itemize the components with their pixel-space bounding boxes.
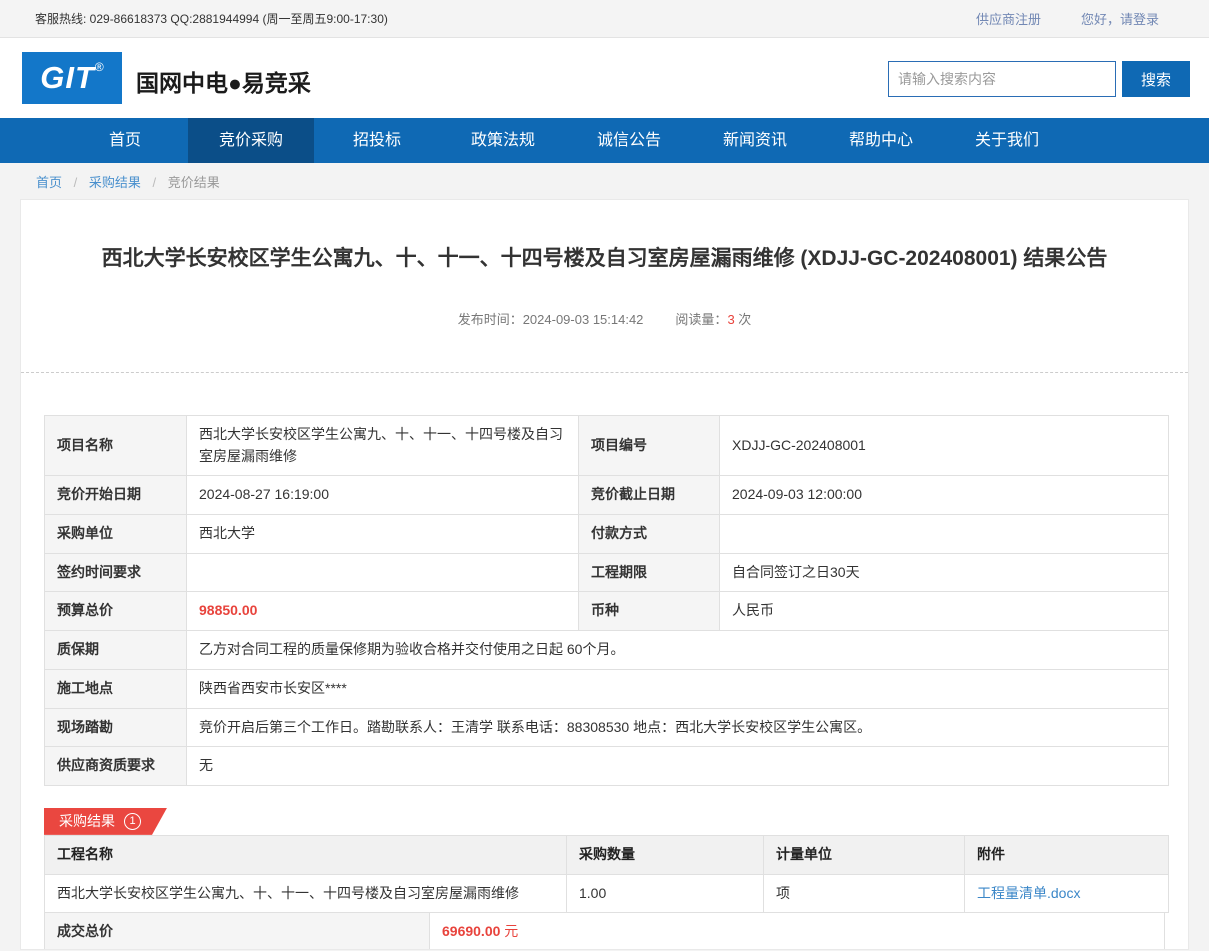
duration-label: 工程期限 — [579, 553, 720, 592]
site-visit-value: 竞价开启后第三个工作日。踏勘联系人：王清学 联系电话：88308530 地点：西… — [187, 708, 1169, 747]
result-badge-wrap: 采购结果 1 — [44, 808, 1165, 835]
table-row: 施工地点 陕西省西安市长安区**** — [45, 669, 1169, 708]
purchaser-label: 采购单位 — [45, 515, 187, 554]
table-row: 成交总价 69690.00 元 — [45, 913, 1165, 950]
warranty-label: 质保期 — [45, 631, 187, 670]
nav-item-about-us[interactable]: 关于我们 — [944, 118, 1070, 163]
result-unit: 项 — [764, 874, 965, 913]
bid-end-label: 竞价截止日期 — [579, 476, 720, 515]
header: GIT ® 国网中电●易竞采 搜索 — [0, 38, 1209, 118]
hotline-text: 客服热线: 029-86618373 QQ:2881944994 (周一至周五9… — [35, 10, 388, 27]
bid-start-label: 竞价开始日期 — [45, 476, 187, 515]
table-row: 质保期 乙方对合同工程的质量保修期为验收合格并交付使用之日起 60个月。 — [45, 631, 1169, 670]
total-price-amount: 69690.00 — [442, 923, 500, 939]
table-row: 竞价开始日期 2024-08-27 16:19:00 竞价截止日期 2024-0… — [45, 476, 1169, 515]
col-header-unit: 计量单位 — [764, 835, 965, 874]
article-meta: 发布时间：2024-09-03 15:14:42 阅读量：3 次 — [21, 309, 1188, 328]
budget-value: 98850.00 — [187, 592, 579, 631]
views-count: 3 — [727, 312, 734, 327]
attachment-link[interactable]: 工程量清单.docx — [977, 885, 1080, 901]
total-price-unit: 元 — [500, 923, 518, 939]
nav-item-news[interactable]: 新闻资讯 — [692, 118, 818, 163]
brand-title: 国网中电●易竞采 — [136, 64, 311, 98]
views-label: 阅读量： — [675, 312, 727, 327]
dashed-divider — [21, 372, 1188, 373]
location-value: 陕西省西安市长安区**** — [187, 669, 1169, 708]
table-row: 西北大学长安校区学生公寓九、十、十一、十四号楼及自习室房屋漏雨维修 1.00 项… — [45, 874, 1169, 913]
site-visit-label: 现场踏勘 — [45, 708, 187, 747]
views-unit: 次 — [738, 312, 751, 327]
sign-time-value — [187, 553, 579, 592]
table-row: 签约时间要求 工程期限 自合同签订之日30天 — [45, 553, 1169, 592]
nav-item-home[interactable]: 首页 — [62, 118, 188, 163]
breadcrumb: 首页 / 采购结果 / 竞价结果 — [0, 163, 1209, 199]
nav-item-integrity-notice[interactable]: 诚信公告 — [566, 118, 692, 163]
registered-trademark-icon: ® — [95, 60, 104, 74]
breadcrumb-separator: / — [153, 175, 157, 190]
main-nav: 首页 竞价采购 招投标 政策法规 诚信公告 新闻资讯 帮助中心 关于我们 — [0, 118, 1209, 163]
search-button[interactable]: 搜索 — [1122, 61, 1190, 97]
purchase-result-table: 工程名称 采购数量 计量单位 附件 西北大学长安校区学生公寓九、十、十一、十四号… — [44, 835, 1169, 913]
topbar: 客服热线: 029-86618373 QQ:2881944994 (周一至周五9… — [0, 0, 1209, 38]
qualification-value: 无 — [187, 747, 1169, 786]
bid-start-value: 2024-08-27 16:19:00 — [187, 476, 579, 515]
payment-label: 付款方式 — [579, 515, 720, 554]
col-header-quantity: 采购数量 — [567, 835, 764, 874]
search-input[interactable] — [888, 61, 1116, 97]
purchase-result-badge: 采购结果 1 — [44, 808, 167, 835]
project-no-label: 项目编号 — [579, 416, 720, 476]
result-quantity: 1.00 — [567, 874, 764, 913]
logo-git-text: GIT — [40, 58, 95, 98]
publish-time-label: 发布时间： — [458, 312, 523, 327]
page-title: 西北大学长安校区学生公寓九、十、十一、十四号楼及自习室房屋漏雨维修 (XDJJ-… — [21, 242, 1188, 272]
project-details-table: 项目名称 西北大学长安校区学生公寓九、十、十一、十四号楼及自习室房屋漏雨维修 项… — [44, 415, 1169, 786]
currency-label: 币种 — [579, 592, 720, 631]
breadcrumb-separator: / — [74, 175, 78, 190]
nav-item-policies[interactable]: 政策法规 — [440, 118, 566, 163]
breadcrumb-section-link[interactable]: 采购结果 — [89, 175, 141, 190]
currency-value: 人民币 — [720, 592, 1169, 631]
budget-label: 预算总价 — [45, 592, 187, 631]
location-label: 施工地点 — [45, 669, 187, 708]
search-bar: 搜索 — [888, 61, 1190, 97]
breadcrumb-home-link[interactable]: 首页 — [36, 175, 62, 190]
total-price-value: 69690.00 元 — [430, 913, 1165, 950]
purchaser-value: 西北大学 — [187, 515, 579, 554]
breadcrumb-current: 竞价结果 — [168, 175, 220, 190]
project-name-label: 项目名称 — [45, 416, 187, 476]
page-body: 首页 / 采购结果 / 竞价结果 西北大学长安校区学生公寓九、十、十一、十四号楼… — [0, 163, 1209, 951]
table-header-row: 工程名称 采购数量 计量单位 附件 — [45, 835, 1169, 874]
result-project-name: 西北大学长安校区学生公寓九、十、十一、十四号楼及自习室房屋漏雨维修 — [45, 874, 567, 913]
deal-summary-table: 成交总价 69690.00 元 成交供应商 西安长明建筑防水工程有限公司 — [44, 912, 1165, 950]
nav-item-help-center[interactable]: 帮助中心 — [818, 118, 944, 163]
col-header-attachment: 附件 — [965, 835, 1169, 874]
announcement-content: 项目名称 西北大学长安校区学生公寓九、十、十一、十四号楼及自习室房屋漏雨维修 项… — [21, 415, 1188, 950]
table-row: 项目名称 西北大学长安校区学生公寓九、十、十一、十四号楼及自习室房屋漏雨维修 项… — [45, 416, 1169, 476]
nav-item-tendering[interactable]: 招投标 — [314, 118, 440, 163]
bid-end-value: 2024-09-03 12:00:00 — [720, 476, 1169, 515]
login-link[interactable]: 您好，请登录 — [1081, 9, 1159, 28]
table-row: 采购单位 西北大学 付款方式 — [45, 515, 1169, 554]
col-header-project: 工程名称 — [45, 835, 567, 874]
announcement-card: 西北大学长安校区学生公寓九、十、十一、十四号楼及自习室房屋漏雨维修 (XDJJ-… — [20, 199, 1189, 950]
sign-time-label: 签约时间要求 — [45, 553, 187, 592]
duration-value: 自合同签订之日30天 — [720, 553, 1169, 592]
project-no-value: XDJJ-GC-202408001 — [720, 416, 1169, 476]
table-row: 供应商资质要求 无 — [45, 747, 1169, 786]
payment-value — [720, 515, 1169, 554]
qualification-label: 供应商资质要求 — [45, 747, 187, 786]
table-row: 预算总价 98850.00 币种 人民币 — [45, 592, 1169, 631]
site-logo[interactable]: GIT ® — [22, 52, 122, 104]
table-row: 现场踏勘 竞价开启后第三个工作日。踏勘联系人：王清学 联系电话：88308530… — [45, 708, 1169, 747]
topbar-links: 供应商注册 您好，请登录 — [976, 9, 1159, 28]
result-count-badge: 1 — [124, 813, 141, 830]
purchase-result-badge-label: 采购结果 — [59, 811, 115, 831]
publish-time-value: 2024-09-03 15:14:42 — [523, 312, 644, 327]
nav-item-bidding-purchase[interactable]: 竞价采购 — [188, 118, 314, 163]
total-price-label: 成交总价 — [45, 913, 430, 950]
supplier-register-link[interactable]: 供应商注册 — [976, 9, 1041, 28]
project-name-value: 西北大学长安校区学生公寓九、十、十一、十四号楼及自习室房屋漏雨维修 — [187, 416, 579, 476]
warranty-value: 乙方对合同工程的质量保修期为验收合格并交付使用之日起 60个月。 — [187, 631, 1169, 670]
